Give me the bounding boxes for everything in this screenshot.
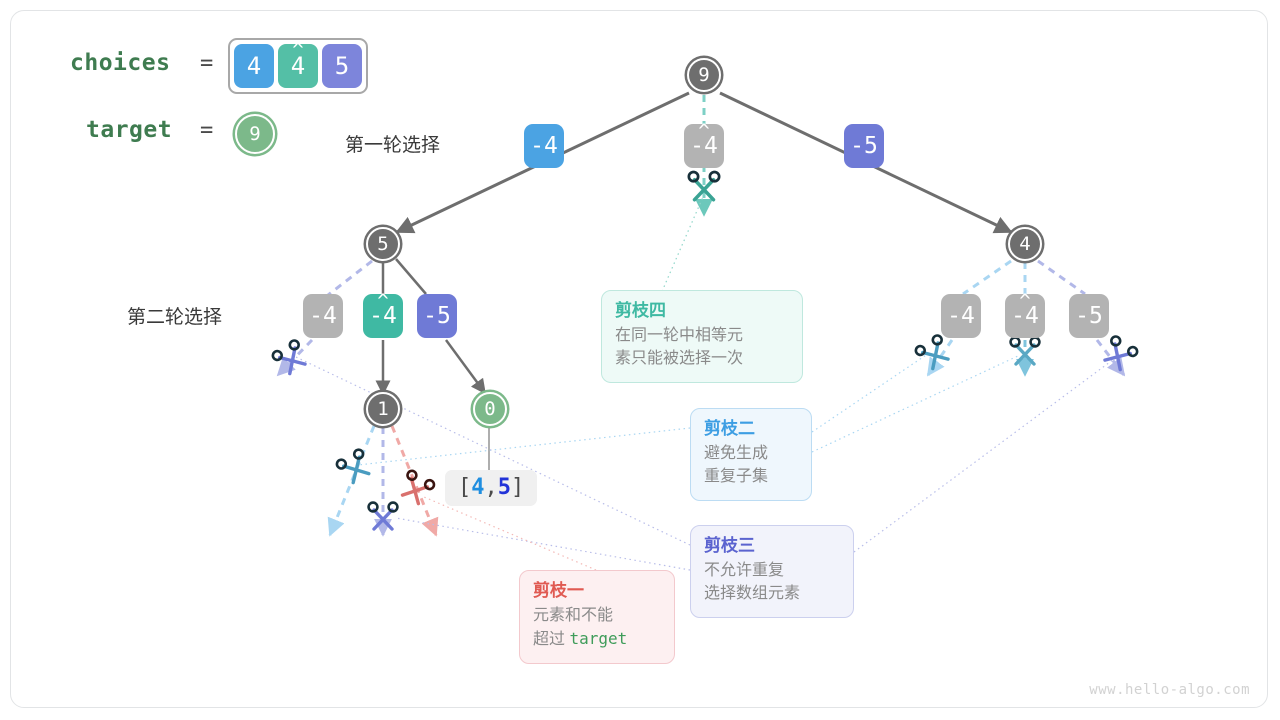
- edge-label-text-with-hat: ^ -4: [690, 121, 718, 158]
- edge-label-root-2[interactable]: -5: [844, 124, 884, 168]
- edge-label-text-with-hat: ^ -4: [1011, 291, 1039, 328]
- choice-value: 5: [334, 52, 350, 80]
- hat-accent-icon: ^: [292, 39, 304, 61]
- edge-label-text: -5: [423, 302, 451, 329]
- card-body-line: 素只能被选择一次: [615, 349, 744, 367]
- result-value-2: 5: [497, 475, 511, 500]
- choice-chip-2[interactable]: 5: [322, 44, 362, 88]
- card-body: 避免生成 重复子集: [704, 443, 798, 488]
- hat-accent-icon: ^: [1019, 289, 1031, 312]
- second-round-label: 第二轮选择: [127, 306, 223, 328]
- edge-label-text-with-hat: ^ -4: [369, 291, 397, 328]
- result-comma: ,: [484, 475, 498, 500]
- choice-chip-1[interactable]: ^ 4: [278, 41, 318, 88]
- tree-node-root[interactable]: 9: [687, 58, 721, 92]
- card-body-line: 在同一轮中相等元: [615, 327, 744, 345]
- edge-label-root-1[interactable]: ^ -4: [684, 121, 724, 168]
- tree-node-left[interactable]: 5: [366, 227, 400, 261]
- edge-label-text: -4: [309, 302, 337, 329]
- annotation-card-pruning-four: 剪枝四 在同一轮中相等元 素只能被选择一次: [601, 290, 803, 383]
- annotation-card-pruning-one: 剪枝一 元素和不能 超过 target: [519, 570, 675, 664]
- tree-node-right[interactable]: 4: [1008, 227, 1042, 261]
- target-value-node: 9: [235, 114, 275, 154]
- card-body-code: target: [569, 628, 628, 648]
- card-body: 元素和不能 超过 target: [533, 605, 661, 651]
- edge-label-left-2[interactable]: -5: [417, 294, 457, 338]
- result-value-1: 4: [471, 475, 485, 500]
- bracket-close: ]: [511, 475, 525, 500]
- card-body-line: 超过 target: [533, 628, 661, 652]
- watermark: www.hello-algo.com: [1089, 682, 1250, 698]
- choice-value: 4: [246, 52, 262, 80]
- card-title: 剪枝一: [533, 581, 584, 600]
- hat-accent-icon: ^: [377, 289, 389, 312]
- edge-label-right-1[interactable]: ^ -4: [1005, 291, 1045, 338]
- diagram-canvas: choices = 4 ^ 4 5 target = 9 第一轮选择 第二轮选择…: [0, 0, 1280, 720]
- card-title: 剪枝四: [615, 301, 666, 320]
- edge-label-root-0[interactable]: -4: [524, 124, 564, 168]
- bracket-open: [: [458, 475, 472, 500]
- edge-label-text: -5: [850, 132, 878, 159]
- card-title: 剪枝二: [704, 419, 755, 438]
- choice-chip-0[interactable]: 4: [234, 44, 274, 88]
- annotation-card-pruning-two: 剪枝二 避免生成 重复子集: [690, 408, 812, 501]
- tree-node-leaf-zero[interactable]: 0: [473, 392, 507, 426]
- choice-value-with-hat: ^ 4: [291, 41, 305, 79]
- result-subset-label: [4,5]: [445, 470, 538, 506]
- card-title: 剪枝三: [704, 536, 755, 555]
- edge-label-right-0[interactable]: -4: [941, 294, 981, 338]
- card-body: 不允许重复 选择数组元素: [704, 560, 840, 605]
- edge-label-right-2[interactable]: -5: [1069, 294, 1109, 338]
- edge-label-text: -4: [947, 302, 975, 329]
- target-label: target: [86, 117, 173, 143]
- card-body-prefix: 超过: [533, 630, 570, 648]
- choices-label: choices: [70, 50, 171, 76]
- choices-array: 4 ^ 4 5: [228, 38, 368, 94]
- edge-label-text: -4: [530, 132, 558, 159]
- edge-label-left-1[interactable]: ^ -4: [363, 291, 403, 338]
- tree-node-left-child[interactable]: 1: [366, 392, 400, 426]
- target-equals-sign: =: [200, 118, 214, 143]
- card-body-line: 不允许重复: [704, 562, 785, 580]
- card-body: 在同一轮中相等元 素只能被选择一次: [615, 325, 789, 370]
- card-body-line: 避免生成: [704, 445, 769, 463]
- edge-label-left-0[interactable]: -4: [303, 294, 343, 338]
- hat-accent-icon: ^: [698, 119, 710, 142]
- first-round-label: 第一轮选择: [345, 134, 441, 156]
- choices-equals-sign: =: [200, 51, 214, 76]
- annotation-card-pruning-three: 剪枝三 不允许重复 选择数组元素: [690, 525, 854, 618]
- card-body-line: 重复子集: [704, 467, 769, 485]
- card-body-line: 选择数组元素: [704, 584, 801, 602]
- edge-label-text: -5: [1075, 302, 1103, 329]
- card-body-line: 元素和不能: [533, 607, 614, 625]
